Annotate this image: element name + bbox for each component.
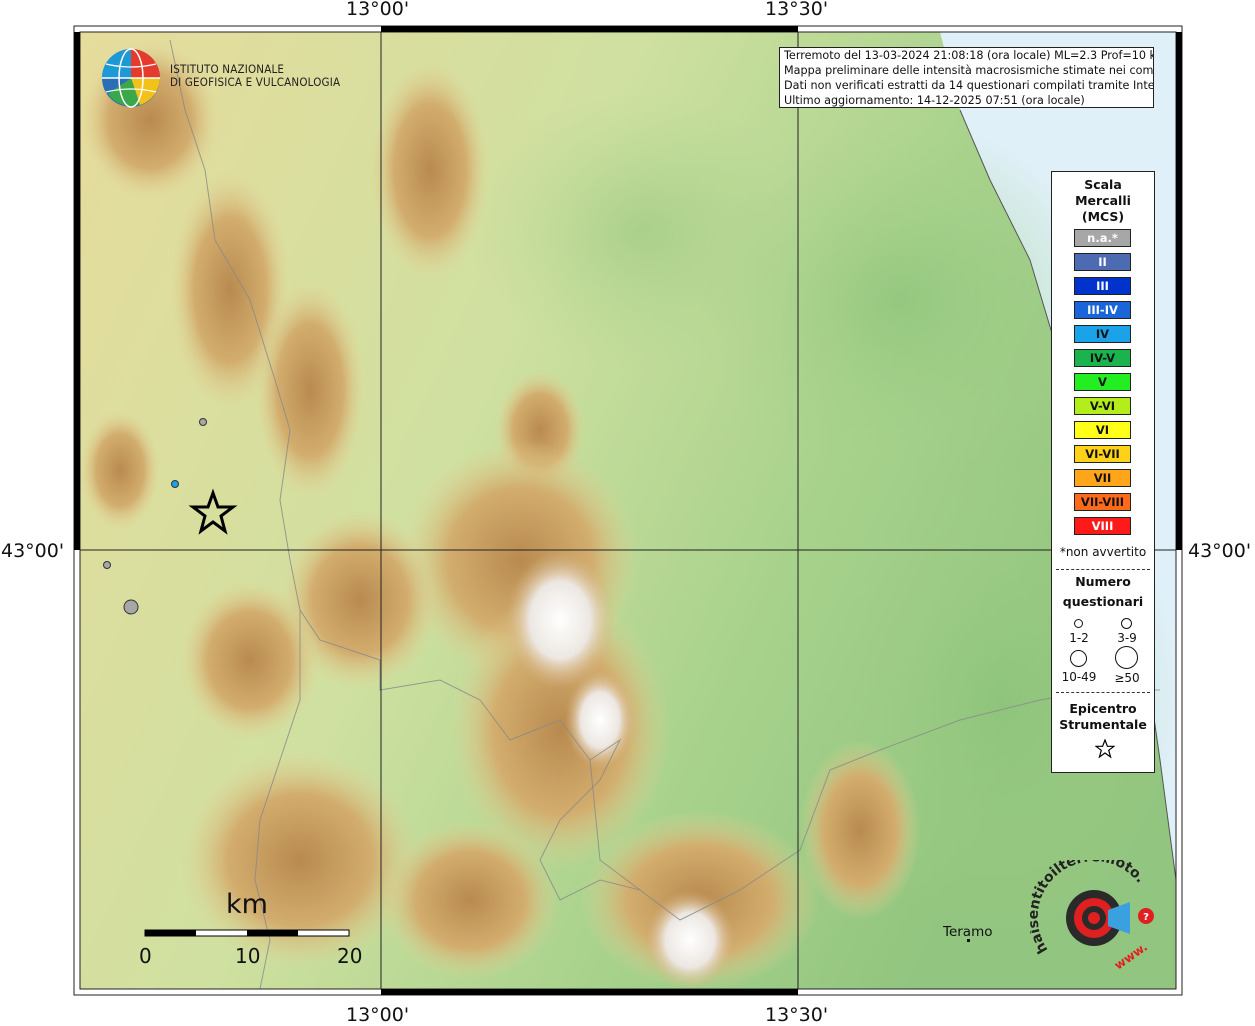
info-line-event: Terremoto del 13-03-2024 21:08:18 (ora l… [784, 49, 1153, 62]
legend-epicenter-title1: Epicentro [1069, 701, 1137, 716]
lon-label-bottom-right: 13°30' [765, 1004, 829, 1026]
legend-count-title2: questionari [1062, 594, 1144, 609]
svg-text:?: ? [1143, 912, 1149, 923]
haisentito-logo-www: www. [1112, 940, 1150, 973]
scale-bar [144, 929, 350, 937]
count-label-3-9: 3-9 [1117, 631, 1137, 645]
legend-swatch-vi: VI [1074, 421, 1131, 439]
lat-label-left: 43°00' [1, 540, 65, 562]
info-line-data-source: Dati non verificati estratti da 14 quest… [784, 79, 1153, 92]
legend-swatch-viii: VIII [1074, 517, 1131, 535]
legend: Scala Mercalli (MCS) n.a.* II III III-IV IV I… [1051, 171, 1155, 773]
legend-title-line3: (MCS) [1081, 209, 1125, 224]
intensity-point-p3[interactable] [103, 561, 111, 569]
legend-star-icon [1095, 739, 1115, 759]
lon-label-top-right: 13°30' [765, 0, 829, 20]
legend-title-line2: Mercalli [1075, 193, 1131, 208]
city-label-teramo: Teramo [943, 924, 993, 940]
legend-swatch-iii: III [1074, 277, 1131, 295]
intensity-point-p2[interactable] [171, 480, 179, 488]
ingv-logo-text: ISTITUTO NAZIONALE DI GEOFISICA E VULCAN… [170, 63, 340, 89]
legend-swatch-ii: II [1074, 253, 1131, 271]
count-circle-medium [1121, 618, 1132, 629]
count-circle-large [1070, 650, 1087, 667]
lon-label-top-left: 13°00' [346, 0, 410, 20]
legend-swatch-v-vi: V-VI [1074, 397, 1131, 415]
legend-swatch-iii-iv: III-IV [1074, 301, 1131, 319]
earthquake-info-box: Terremoto del 13-03-2024 21:08:18 (ora l… [779, 47, 1154, 108]
haisentito-target-logo-icon: ? haisentitoilterremoto.it www. [1026, 848, 1154, 973]
legend-swatch-iv-v: IV-V [1074, 349, 1131, 367]
info-line-description: Mappa preliminare delle intensità macros… [784, 64, 1153, 77]
legend-swatch-v: V [1074, 373, 1131, 391]
ingv-globe-logo-icon [102, 48, 160, 108]
legend-count-title1: Numero [1075, 574, 1131, 589]
ingv-logo-line2: DI GEOFISICA E VULCANOLOGIA [170, 75, 341, 89]
legend-title-line1: Scala [1084, 177, 1122, 192]
intensity-point-p4[interactable] [123, 599, 139, 615]
count-label-50: ≥50 [1114, 671, 1140, 685]
info-line-last-update: Ultimo aggiornamento: 14-12-2025 07:51 (… [784, 94, 1085, 107]
count-circle-small [1074, 619, 1083, 628]
intensity-point-p1[interactable] [199, 418, 207, 426]
lon-label-bottom-left: 13°00' [346, 1004, 410, 1026]
scale-label-10: 10 [235, 944, 261, 968]
legend-na-note: *non avvertito [1059, 545, 1147, 559]
legend-swatch-vi-vii: VI-VII [1074, 445, 1131, 463]
city-marker [967, 939, 970, 942]
scale-label-20: 20 [337, 944, 363, 968]
count-label-10-49: 10-49 [1061, 670, 1097, 684]
legend-title: Scala Mercalli (MCS) [1052, 177, 1154, 225]
legend-swatch-vii-viii: VII-VIII [1074, 493, 1131, 511]
count-label-1-2: 1-2 [1069, 631, 1089, 645]
scale-bar-unit: km [226, 889, 268, 920]
lat-label-right: 43°00' [1188, 540, 1252, 562]
legend-epicenter-title2: Strumentale [1059, 717, 1147, 732]
count-circle-xlarge [1115, 646, 1138, 669]
haisentito-logo[interactable]: ? haisentitoilterremoto.it www. [1026, 848, 1160, 980]
legend-swatch-iv: IV [1074, 325, 1131, 343]
legend-swatch-vii: VII [1074, 469, 1131, 487]
legend-swatch-n-a-: n.a.* [1074, 229, 1131, 247]
scale-label-0: 0 [139, 944, 152, 968]
